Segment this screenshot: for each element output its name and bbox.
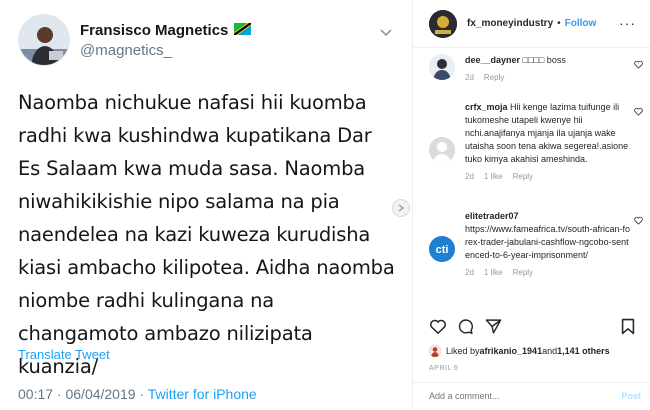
follow-button[interactable]: Follow [565,18,597,29]
share-icon[interactable] [485,318,502,335]
bookmark-icon[interactable] [621,318,635,335]
liker-avatar[interactable] [429,345,441,357]
instagram-avatar[interactable] [429,9,457,38]
comment-text: crfx_moja Hii kenge lazima tuifunge ili … [465,101,631,166]
comment-text: elitetrader07 https://www.fameafrica.tv/s… [465,210,631,262]
separator-dot: • [557,18,561,29]
reply-button[interactable]: Reply [513,172,533,181]
tweet-header: Fransisco Magnetics @magnetics_ [18,14,253,66]
comment-meta: 2d 1 like Reply [465,268,643,277]
comment-age: 2d [465,73,474,82]
comment-age: 2d [465,172,474,181]
translate-tweet-link[interactable]: Translate Tweet [18,347,110,362]
comment-likes[interactable]: 1 like [484,172,503,181]
liked-by-user[interactable]: afrikanio_1941 [480,346,543,356]
comment-link[interactable]: https://www.fameafrica.tv/south-african-… [465,224,630,260]
like-comment-heart-icon[interactable] [634,60,643,69]
comment-avatar[interactable]: cti [429,236,455,262]
comment-username[interactable]: elitetrader07 [465,211,519,221]
instagram-post-header: fx_moneyindustry • Follow ··· [413,0,650,48]
reply-button[interactable]: Reply [513,268,533,277]
tweet-meta: 00:17 · 06/04/2019 · Twitter for iPhone [18,386,257,402]
comment-avatar[interactable] [429,54,455,80]
comment-item: cti elitetrader07 https://www.fameafrica.… [429,210,643,277]
comment-meta: 2d Reply [465,73,643,82]
comment-icon[interactable] [457,318,474,335]
comment-username[interactable]: crfx_moja [465,102,508,112]
tweet-display-name[interactable]: Fransisco Magnetics [80,20,253,39]
like-comment-heart-icon[interactable] [634,107,643,116]
tweet-source-link[interactable]: Twitter for iPhone [148,386,257,402]
comment-body: □□□□ boss [522,55,566,65]
comment-item: crfx_moja Hii kenge lazima tuifunge ili … [429,101,643,181]
tweet-handle[interactable]: @magnetics_ [80,42,251,59]
reply-button[interactable]: Reply [484,73,504,82]
tweet-display-name-text[interactable]: Fransisco Magnetics [80,22,228,39]
comment-text: dee__dayner □□□□ boss [465,54,631,67]
liked-by-count[interactable]: 1,141 others [557,346,610,356]
instagram-post-panel: fx_moneyindustry • Follow ··· dee__dayne… [412,0,650,410]
add-comment-bar: Post [413,382,650,410]
likes-summary: Liked by afrikanio_1941 and 1,141 others [429,345,610,357]
chevron-down-icon[interactable] [380,26,392,40]
svg-text:cti: cti [436,244,449,256]
add-comment-input[interactable] [429,391,599,401]
tweet-avatar[interactable] [18,14,70,66]
comment-avatar[interactable] [429,137,455,163]
comment-username[interactable]: dee__dayner [465,55,520,65]
like-comment-heart-icon[interactable] [634,216,643,225]
tweet-timestamp: 00:17 · 06/04/2019 · [18,386,148,402]
instagram-username[interactable]: fx_moneyindustry [467,18,553,29]
tanzania-flag-icon [233,20,253,39]
liked-by-mid: and [542,346,558,356]
tweet-text: Naomba nichukue nafasi hii kuomba radhi … [18,91,395,378]
comment-meta: 2d 1 like Reply [465,172,643,181]
comment-likes[interactable]: 1 like [484,268,503,277]
post-comment-button[interactable]: Post [621,391,641,401]
post-date: APRIL 6 [429,365,459,372]
liked-by-prefix: Liked by [446,346,480,356]
post-actions [429,318,635,338]
comment-age: 2d [465,268,474,277]
like-heart-icon[interactable] [429,318,447,335]
comment-item: dee__dayner □□□□ boss 2d Reply [429,54,643,82]
chevron-right-icon[interactable] [392,199,410,217]
more-options-icon[interactable]: ··· [619,15,636,31]
tweet-card: Fransisco Magnetics @magnetics_ Naomba n… [0,0,412,410]
